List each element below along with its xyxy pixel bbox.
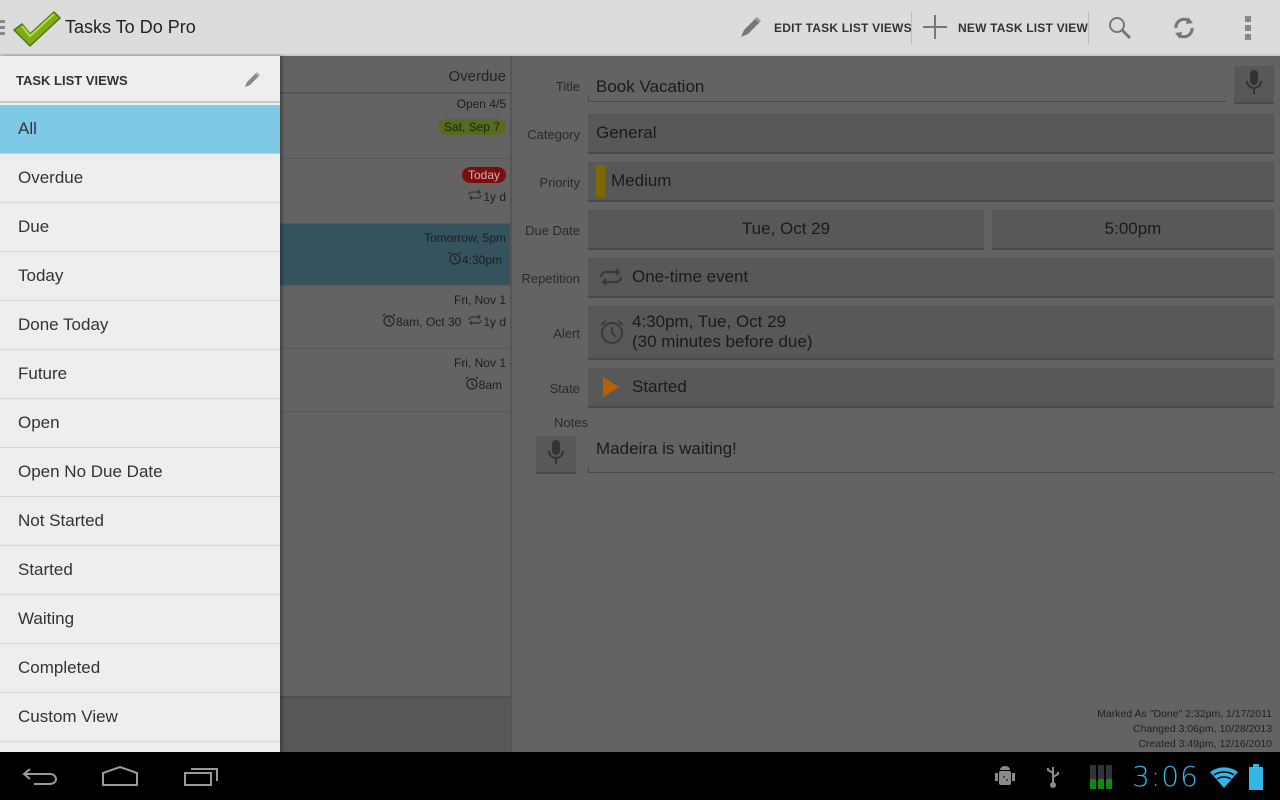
title-field[interactable]: Book Vacation bbox=[596, 77, 704, 97]
due-date-badge: Today bbox=[461, 167, 506, 183]
due-date-value: Tue, Oct 29 bbox=[741, 219, 831, 238]
alarm-clock-icon bbox=[598, 318, 626, 346]
drawer-item-done-today[interactable]: Done Today bbox=[0, 301, 280, 350]
action-divider bbox=[1088, 12, 1089, 44]
alarm-time: 4:30pm bbox=[461, 252, 502, 267]
microphone-icon bbox=[1245, 69, 1263, 100]
drawer-item-all[interactable]: All bbox=[0, 105, 280, 154]
repeat-interval: 1y d bbox=[483, 189, 506, 204]
drawer-indicator-icon[interactable] bbox=[0, 20, 6, 36]
due-date-label: Due Date bbox=[525, 223, 580, 238]
drawer-item-future[interactable]: Future bbox=[0, 350, 280, 399]
alarm-time: 8am bbox=[478, 377, 502, 392]
edit-task-list-views-label: EDIT TASK LIST VIEWS bbox=[774, 21, 912, 35]
task-status: Open 4/5 bbox=[456, 97, 506, 111]
alert-label: Alert bbox=[553, 326, 580, 341]
due-date-button[interactable]: Tue, Oct 29 bbox=[588, 210, 984, 250]
app-title: Tasks To Do Pro bbox=[65, 17, 196, 37]
sync-icon[interactable] bbox=[1170, 14, 1198, 42]
notes-field[interactable]: Madeira is waiting! bbox=[596, 439, 737, 459]
repetition-value: One-time event bbox=[632, 267, 749, 286]
category-label: Category bbox=[527, 127, 580, 142]
alarm-icon bbox=[382, 313, 396, 330]
edit-views-pencil-icon[interactable] bbox=[244, 70, 262, 93]
task-due: Fri, Nov 1 bbox=[453, 293, 506, 307]
notes-voice-input-button[interactable] bbox=[536, 436, 576, 474]
android-debug-icon bbox=[994, 764, 1016, 790]
action-divider bbox=[911, 12, 912, 44]
drawer-item-open[interactable]: Open bbox=[0, 399, 280, 448]
plus-icon bbox=[922, 14, 958, 43]
drawer-item-open-no-due-date[interactable]: Open No Due Date bbox=[0, 448, 280, 497]
back-icon[interactable] bbox=[22, 762, 58, 790]
edit-task-list-views-button[interactable]: EDIT TASK LIST VIEWS bbox=[738, 0, 912, 56]
title-underline bbox=[588, 96, 1226, 102]
state-value: Started bbox=[632, 377, 687, 396]
checkmark-logo-icon[interactable] bbox=[12, 8, 62, 48]
new-task-list-view-label: NEW TASK LIST VIEW bbox=[958, 21, 1089, 35]
category-field[interactable]: General bbox=[588, 114, 1274, 154]
due-time-value: 5:00pm bbox=[1104, 219, 1162, 238]
priority-value: Medium bbox=[611, 171, 672, 190]
pencil-icon bbox=[738, 14, 774, 43]
repeat-icon bbox=[467, 314, 483, 329]
battery-icon bbox=[1248, 764, 1264, 790]
microphone-icon bbox=[547, 439, 565, 470]
new-task-list-view-button[interactable]: NEW TASK LIST VIEW bbox=[922, 0, 1088, 56]
repeat-icon bbox=[598, 267, 624, 287]
task-list-views-drawer: TASK LIST VIEWS All Overdue Due Today Do… bbox=[0, 56, 280, 752]
notes-underline bbox=[588, 467, 1274, 473]
system-bar: 3:06 bbox=[0, 752, 1280, 800]
overflow-menu-icon[interactable] bbox=[1234, 14, 1262, 42]
drawer-item-overdue[interactable]: Overdue bbox=[0, 154, 280, 203]
alarm-time: 8am, Oct 30 bbox=[395, 314, 462, 329]
repeat-icon bbox=[467, 189, 483, 204]
drawer-item-started[interactable]: Started bbox=[0, 546, 280, 595]
task-due: Tomorrow, 5pm bbox=[423, 231, 506, 245]
task-list-view-name: Overdue bbox=[448, 68, 506, 85]
state-label: State bbox=[549, 381, 580, 396]
due-date-badge: Sat, Sep 7 bbox=[437, 119, 506, 135]
task-detail-pane: Title Book Vacation Category General Pri… bbox=[514, 56, 1280, 752]
screen: Tasks To Do Pro EDIT TASK LIST VIEWS NEW… bbox=[0, 0, 1280, 800]
search-icon[interactable] bbox=[1106, 14, 1134, 42]
priority-color-swatch bbox=[596, 165, 605, 197]
started-play-icon bbox=[602, 376, 620, 398]
repetition-field[interactable]: One-time event bbox=[588, 258, 1274, 298]
alert-time: 4:30pm, Tue, Oct 29 bbox=[632, 312, 787, 331]
alert-offset: (30 minutes before due) bbox=[632, 332, 813, 351]
signal-bars-icon bbox=[1090, 764, 1112, 790]
clock: 3:06 bbox=[1132, 760, 1199, 793]
drawer-item-not-started[interactable]: Not Started bbox=[0, 497, 280, 546]
priority-label: Priority bbox=[539, 175, 580, 190]
notes-label: Notes bbox=[554, 415, 588, 430]
drawer-title: TASK LIST VIEWS bbox=[16, 73, 128, 88]
created-timestamp: Created 3:49pm, 12/16/2010 bbox=[1138, 738, 1272, 750]
priority-field[interactable]: Medium bbox=[588, 162, 1274, 202]
drawer-item-custom-view[interactable]: Custom View bbox=[0, 693, 280, 742]
drawer-item-waiting[interactable]: Waiting bbox=[0, 595, 280, 644]
wifi-icon bbox=[1210, 764, 1238, 790]
changed-timestamp: Changed 3:06pm, 10/28/2013 bbox=[1133, 723, 1272, 735]
drawer-item-completed[interactable]: Completed bbox=[0, 644, 280, 693]
repeat-interval: 1y d bbox=[483, 314, 506, 329]
repetition-label: Repetition bbox=[521, 271, 580, 286]
title-label: Title bbox=[555, 79, 580, 94]
drawer-item-due[interactable]: Due bbox=[0, 203, 280, 252]
alarm-icon bbox=[465, 376, 479, 393]
action-bar: Tasks To Do Pro EDIT TASK LIST VIEWS NEW… bbox=[0, 0, 1280, 56]
alert-field[interactable]: 4:30pm, Tue, Oct 29 (30 minutes before d… bbox=[588, 306, 1274, 360]
due-time-button[interactable]: 5:00pm bbox=[992, 210, 1274, 250]
title-voice-input-button[interactable] bbox=[1234, 66, 1274, 104]
usb-icon bbox=[1044, 764, 1062, 790]
home-icon[interactable] bbox=[101, 762, 139, 790]
recents-icon[interactable] bbox=[183, 762, 219, 790]
drawer-item-today[interactable]: Today bbox=[0, 252, 280, 301]
category-value: General bbox=[596, 123, 657, 142]
task-due: Fri, Nov 1 bbox=[453, 356, 506, 370]
marked-done-timestamp: Marked As "Done" 2:32pm, 1/17/2011 bbox=[1097, 708, 1272, 720]
alarm-icon bbox=[448, 251, 462, 268]
state-field[interactable]: Started bbox=[588, 368, 1274, 408]
drawer-header: TASK LIST VIEWS bbox=[0, 56, 280, 103]
